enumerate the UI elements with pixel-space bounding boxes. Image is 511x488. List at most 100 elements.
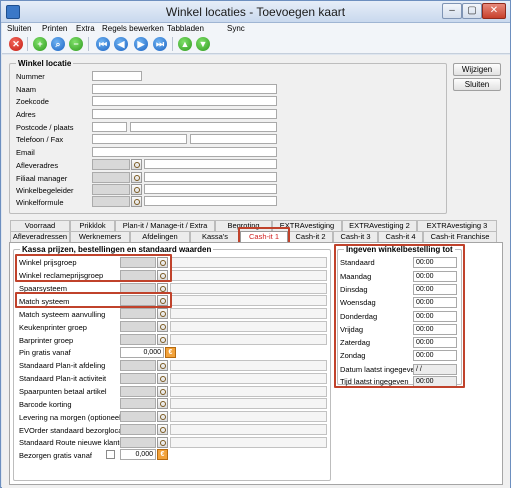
zoekcode-input[interactable] [92,96,277,106]
plaats-input[interactable] [130,122,277,132]
highlight-winkelbestelling [334,244,465,388]
tab-cash-it-2[interactable]: Cash-it 2 [288,231,333,242]
standaard-route-input[interactable] [120,437,156,448]
kassa-label-plan-it-afdeling: Standaard Plan-it afdeling [19,361,106,370]
match-systeem-aanvulling-input[interactable] [120,308,156,319]
barprinter-groep-input[interactable] [120,334,156,345]
lookup-icon[interactable] [157,373,168,384]
lookup-icon[interactable] [157,398,168,409]
kassa-label-barprinter-groep: Barprinter groep [19,336,74,345]
barcode-korting-input[interactable] [120,398,156,409]
first-icon[interactable]: ⏮ [96,37,110,51]
plan-it-afdeling-desc [170,360,327,371]
email-input[interactable] [92,147,277,157]
tab-werknemers[interactable]: Werknemers [70,231,130,242]
plan-it-activiteit-desc [170,373,327,384]
field-label-filiaal-manager: Filiaal manager [16,174,68,183]
tab-cash-it-franchise[interactable]: Cash-it Franchise [423,231,497,242]
next-icon[interactable]: ▶ [134,37,148,51]
afleveradres-omschrijving [144,159,277,169]
adres-input[interactable] [92,109,277,119]
keukenprinter-groep-desc [170,321,327,332]
sluiten-button[interactable]: Sluiten [453,78,501,91]
kassa-label-bezorgen-gratis-vanaf: Bezorgen gratis vanaf [19,451,92,460]
plan-it-activiteit-input[interactable] [120,373,156,384]
field-label-telefoon: Telefoon / Fax [16,135,64,144]
lookup-icon[interactable] [157,386,168,397]
lookup-icon[interactable] [157,308,168,319]
form-content: Winkel locatie Wijzigen Sluiten Nummer N… [2,55,510,488]
menu-sync[interactable]: Sync [227,23,245,36]
search-icon[interactable]: ⌕ [51,37,65,51]
menu-regels-bewerken[interactable]: Regels bewerken [102,23,164,36]
menu-printen[interactable]: Printen [42,23,67,36]
tab-kassas[interactable]: Kassa's [190,231,240,242]
lookup-icon[interactable] [157,334,168,345]
lookup-icon[interactable] [157,424,168,435]
lookup-icon[interactable] [131,196,142,207]
group-legend: Winkel locatie [16,59,74,68]
minimize-button[interactable]: – [442,3,462,19]
plan-it-afdeling-input[interactable] [120,360,156,371]
lookup-icon[interactable] [131,159,142,170]
toolbar: ✕ + ⌕ − ⏮ ◀ ▶ ⏭ ▲ ▼ [2,36,510,54]
lookup-icon[interactable] [131,184,142,195]
group-legend: Kassa prijzen, bestellingen en standaard… [20,245,214,254]
winkelformule-code[interactable] [92,196,130,207]
postcode-input[interactable] [92,122,127,132]
previous-icon[interactable]: ◀ [114,37,128,51]
filiaal-manager-naam [144,172,277,182]
menu-extra[interactable]: Extra [76,23,95,36]
tab-afdelingen[interactable]: Afdelingen [130,231,190,242]
tab-plan-it[interactable]: Plan-it / Manage-it / Extra [115,220,215,231]
up-icon[interactable]: ▲ [178,37,192,51]
tab-prikklok[interactable]: Prikklok [70,220,115,231]
winkelbegeleider-naam [144,184,277,194]
winkelformule-naam [144,196,277,206]
tab-extravestiging-2[interactable]: EXTRAvestiging 2 [342,220,417,231]
tab-afleveradressen[interactable]: Afleveradressen [10,231,70,242]
menu-sluiten[interactable]: Sluiten [7,23,31,36]
field-label-email: Email [16,148,35,157]
maximize-button[interactable]: ▢ [462,3,482,19]
telefoon-input[interactable] [92,134,187,144]
keukenprinter-groep-input[interactable] [120,321,156,332]
lookup-icon[interactable] [157,360,168,371]
afleveradres-code[interactable] [92,159,130,170]
window-close-button[interactable]: ✕ [482,3,506,19]
naam-input[interactable] [92,84,277,94]
tab-cash-it-3[interactable]: Cash-it 3 [333,231,378,242]
filiaal-manager-code[interactable] [92,172,130,183]
nummer-input[interactable] [92,71,142,81]
wijzigen-button[interactable]: Wijzigen [453,63,501,76]
kassa-label-barcode-korting: Barcode korting [19,400,72,409]
close-icon[interactable]: ✕ [9,37,23,51]
highlight-prijsgroepen [15,254,172,282]
pin-gratis-vanaf-input[interactable]: 0,000 [120,347,164,358]
last-icon[interactable]: ⏭ [153,37,167,51]
remove-icon[interactable]: − [69,37,83,51]
fax-input[interactable] [190,134,277,144]
spaarpunten-input[interactable] [120,386,156,397]
field-label-postcode: Postcode / plaats [16,123,74,132]
tab-voorraad[interactable]: Voorraad [10,220,70,231]
winkelbegeleider-code[interactable] [92,184,130,195]
lookup-icon[interactable] [131,172,142,183]
down-icon[interactable]: ▼ [196,37,210,51]
lookup-icon[interactable] [157,411,168,422]
bezorgen-gratis-checkbox[interactable] [106,450,115,459]
bezorgen-gratis-vanaf-input[interactable]: 0,000 [120,449,156,460]
lookup-icon[interactable] [157,321,168,332]
toolbar-separator [88,37,89,51]
levering-na-morgen-input[interactable] [120,411,156,422]
currency-icon[interactable]: € [157,449,168,460]
menu-tabbladen[interactable]: Tabbladen [167,23,204,36]
kassa-label-spaarpunten-betaal-artikel: Spaarpunten betaal artikel [19,387,107,396]
barprinter-groep-desc [170,334,327,345]
evorder-bezorglocatie-input[interactable] [120,424,156,435]
add-icon[interactable]: + [33,37,47,51]
tab-extravestiging-3[interactable]: EXTRAvestiging 3 [417,220,497,231]
lookup-icon[interactable] [157,437,168,448]
currency-icon[interactable]: € [165,347,176,358]
tab-cash-it-4[interactable]: Cash-it 4 [378,231,423,242]
